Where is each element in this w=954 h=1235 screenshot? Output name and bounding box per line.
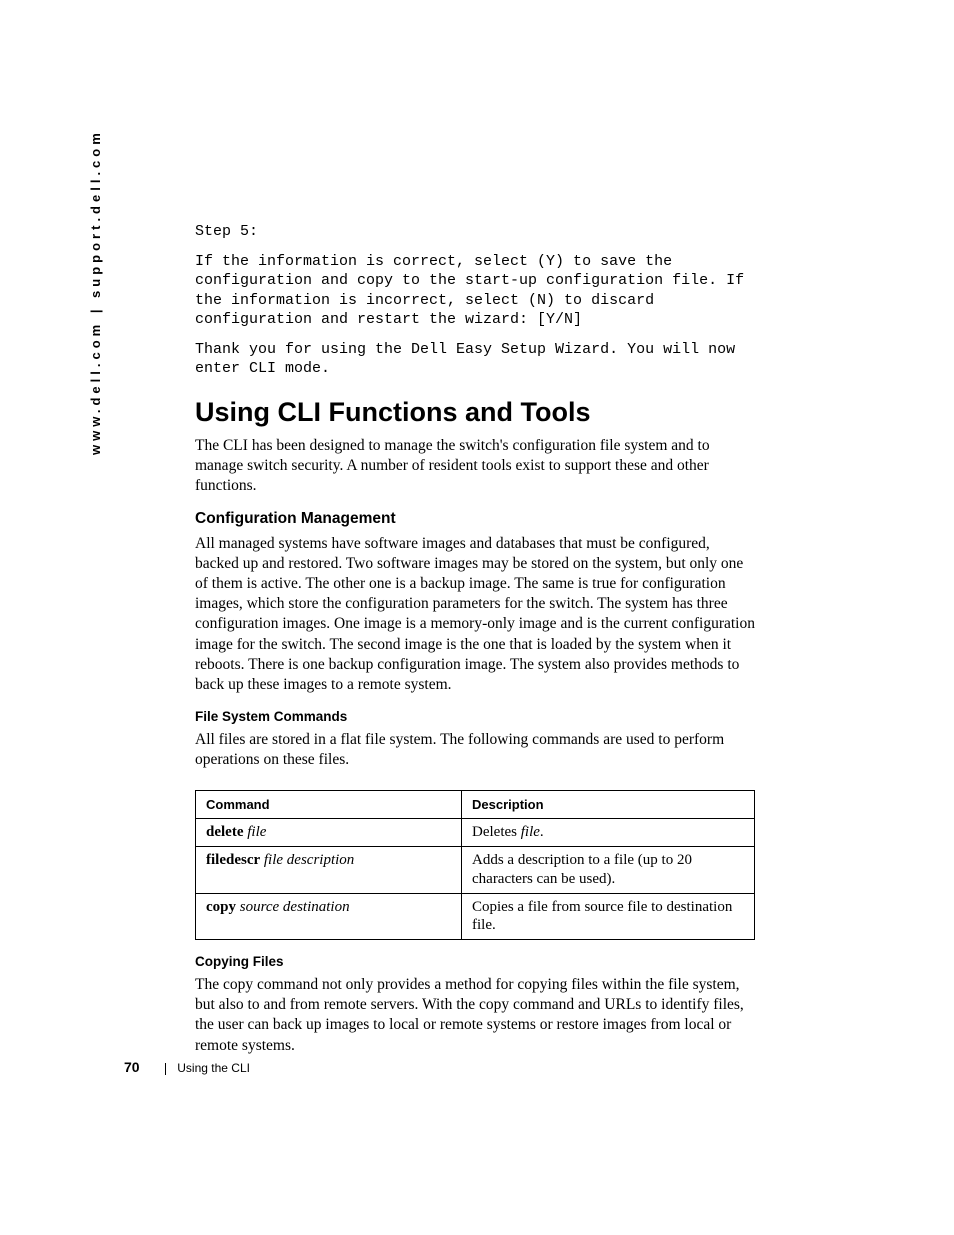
step5-label: Step 5:	[195, 222, 755, 242]
page: www.dell.com | support.dell.com Step 5: …	[0, 0, 954, 1235]
cmd-ital: file	[247, 824, 266, 840]
heading-using-cli: Using CLI Functions and Tools	[195, 397, 755, 428]
desc-cell: Adds a description to a file (up to 20 c…	[462, 847, 755, 894]
th-command: Command	[196, 791, 462, 819]
cmd-cell: filedescr file description	[196, 847, 462, 894]
table-header-row: Command Description	[196, 791, 755, 819]
desc-pre: Deletes	[472, 824, 521, 840]
cmd-cell: delete file	[196, 819, 462, 847]
desc-ital: file	[521, 824, 540, 840]
cmd-bold: copy	[206, 899, 236, 915]
heading-fs-commands: File System Commands	[195, 709, 755, 724]
side-url-text: www.dell.com | support.dell.com	[88, 129, 103, 455]
cmd-ital: file description	[264, 852, 354, 868]
desc-pre: Copies a file from source file to destin…	[472, 899, 732, 934]
step5-para1: If the information is correct, select (Y…	[195, 252, 755, 330]
cmd-ital: source destination	[240, 899, 350, 915]
intro-paragraph: The CLI has been designed to manage the …	[195, 436, 755, 496]
footer-section: Using the CLI	[177, 1061, 250, 1075]
page-content: Step 5: If the information is correct, s…	[195, 222, 755, 1068]
table-row: copy source destination Copies a file fr…	[196, 893, 755, 940]
desc-pre: Adds a description to a file (up to 20 c…	[472, 852, 692, 887]
table-row: filedescr file description Adds a descri…	[196, 847, 755, 894]
footer-separator	[165, 1063, 166, 1075]
table-row: delete file Deletes file.	[196, 819, 755, 847]
th-description: Description	[462, 791, 755, 819]
fsc-paragraph: All files are stored in a flat file syst…	[195, 730, 755, 770]
cmd-bold: filedescr	[206, 852, 260, 868]
commands-table: Command Description delete file Deletes …	[195, 790, 755, 940]
cmd-bold: delete	[206, 824, 243, 840]
page-footer: 70 Using the CLI	[124, 1059, 250, 1075]
step5-para2: Thank you for using the Dell Easy Setup …	[195, 340, 755, 379]
cmd-cell: copy source destination	[196, 893, 462, 940]
desc-cell: Copies a file from source file to destin…	[462, 893, 755, 940]
desc-cell: Deletes file.	[462, 819, 755, 847]
heading-config-mgmt: Configuration Management	[195, 510, 755, 528]
heading-copying-files: Copying Files	[195, 954, 755, 969]
desc-post: .	[540, 824, 544, 840]
page-number: 70	[124, 1059, 140, 1075]
copy-paragraph: The copy command not only provides a met…	[195, 975, 755, 1056]
config-paragraph: All managed systems have software images…	[195, 534, 755, 695]
